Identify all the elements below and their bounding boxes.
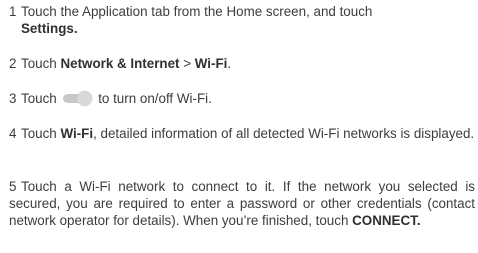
separator-text: > [179, 56, 195, 71]
step-text: Touch [21, 56, 61, 71]
network-internet-term: Network & Internet [60, 56, 180, 71]
toggle-knob [77, 90, 93, 106]
wifi-term: Wi-Fi [60, 126, 94, 141]
step-number: 1 [9, 4, 17, 19]
step-4: 4 Touch Wi-Fi, detailed information of al… [9, 125, 475, 142]
settings-term: Settings. [21, 21, 78, 36]
period-text: . [227, 56, 232, 71]
step-text-continued: to turn on/off Wi-Fi. [98, 91, 212, 106]
step-5: 5 Touch a Wi-Fi network to connect to it.… [9, 178, 475, 229]
wifi-term: Wi-Fi [194, 56, 228, 71]
step-text-continued: , detailed information of all detected W… [93, 126, 475, 141]
step-number: 5 [9, 179, 17, 194]
step-text: Touch [21, 91, 57, 106]
step-number: 2 [9, 56, 17, 71]
toggle-switch-icon [63, 90, 93, 106]
step-number: 4 [9, 126, 17, 141]
instruction-page: 1 Touch the Application tab from the Home… [0, 0, 478, 253]
step-1: 1 Touch the Application tab from the Home… [9, 3, 475, 37]
step-3: 3 Touch to turn on/off Wi-Fi. [9, 90, 475, 107]
step-2: 2 Touch Network & Internet > Wi-Fi. [9, 55, 475, 72]
step-text: Touch [21, 126, 61, 141]
step-number: 3 [9, 91, 17, 106]
connect-term: CONNECT. [352, 213, 421, 228]
step-text: Touch the Application tab from the Home … [21, 4, 373, 19]
